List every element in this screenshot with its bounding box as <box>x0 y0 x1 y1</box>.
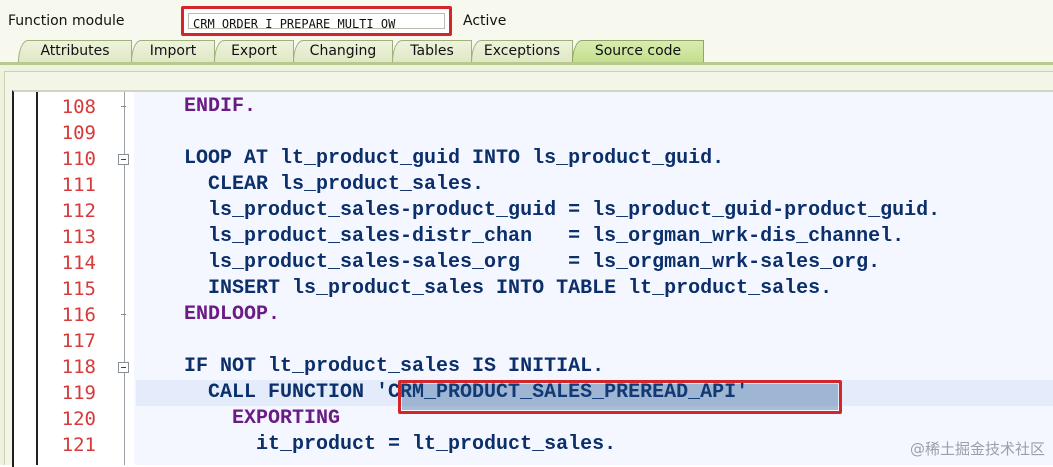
code-text[interactable]: ls_product_sales-sales_org = ls_orgman_w… <box>136 250 880 276</box>
code-line: 117 <box>0 328 1053 354</box>
function-module-name-field[interactable]: CRM_ORDER_I_PREPARE_MULTI_OW <box>188 13 445 29</box>
function-call-highlight-box <box>398 380 842 414</box>
code-line: 121 it_product = lt_product_sales. <box>0 432 1053 458</box>
watermark-text: @稀土掘金技术社区 <box>909 440 1045 458</box>
code-text[interactable]: ls_product_sales-product_guid = ls_produ… <box>136 198 940 224</box>
line-number: 109 <box>61 122 96 144</box>
code-text[interactable]: LOOP AT lt_product_guid INTO ls_product_… <box>136 146 724 172</box>
code-text[interactable]: ls_product_sales-distr_chan = ls_orgman_… <box>136 224 904 250</box>
tab-changing[interactable]: Changing <box>293 40 393 62</box>
line-number: 111 <box>61 174 96 196</box>
code-line: 116 ENDLOOP. <box>0 302 1053 328</box>
line-number: 112 <box>61 200 96 222</box>
code-line: 111 CLEAR ls_product_sales. <box>0 172 1053 198</box>
line-number: 119 <box>61 382 96 404</box>
code-line: 118 IF NOT lt_product_sales IS INITIAL. <box>0 354 1053 380</box>
function-module-header: Function module CRM_ORDER_I_PREPARE_MULT… <box>0 0 1053 40</box>
status-text: Active <box>463 13 507 29</box>
tab-attributes[interactable]: Attributes <box>18 40 132 62</box>
fold-tick-icon <box>121 314 126 315</box>
line-number: 114 <box>61 252 96 274</box>
line-number: 121 <box>61 434 96 456</box>
code-line: 108 ENDIF. <box>0 94 1053 120</box>
code-line: 113 ls_product_sales-distr_chan = ls_org… <box>0 224 1053 250</box>
fold-toggle-icon[interactable] <box>118 154 129 165</box>
code-text[interactable]: IF NOT lt_product_sales IS INITIAL. <box>136 354 604 380</box>
line-number: 118 <box>61 356 96 378</box>
tab-source-code[interactable]: Source code <box>572 40 704 62</box>
code-text[interactable]: INSERT ls_product_sales INTO TABLE lt_pr… <box>136 276 832 302</box>
code-content: ENDIF. <box>136 95 257 118</box>
function-module-label: Function module <box>8 13 125 29</box>
tab-import[interactable]: Import <box>131 40 215 62</box>
code-text[interactable]: ENDIF. <box>136 94 256 120</box>
code-line: 114 ls_product_sales-sales_org = ls_orgm… <box>0 250 1053 276</box>
code-text[interactable]: EXPORTING <box>136 406 340 432</box>
code-line: 110 LOOP AT lt_product_guid INTO ls_prod… <box>0 146 1053 172</box>
line-number: 116 <box>61 304 96 326</box>
fold-toggle-icon[interactable] <box>118 362 129 373</box>
code-text[interactable]: CLEAR ls_product_sales. <box>136 172 484 198</box>
fold-tick-icon <box>121 106 126 107</box>
line-number: 113 <box>61 226 96 248</box>
tab-exceptions[interactable]: Exceptions <box>471 40 573 62</box>
function-module-highlight: CRM_ORDER_I_PREPARE_MULTI_OW <box>181 6 452 36</box>
line-number: 108 <box>61 96 96 118</box>
code-text[interactable]: it_product = lt_product_sales. <box>136 432 616 458</box>
tab-tables[interactable]: Tables <box>392 40 472 62</box>
code-line: 109 <box>0 120 1053 146</box>
tab-export[interactable]: Export <box>214 40 294 62</box>
code-line: 112 ls_product_sales-product_guid = ls_p… <box>0 198 1053 224</box>
line-number: 117 <box>61 330 96 352</box>
line-number: 115 <box>61 278 96 300</box>
code-line: 115 INSERT ls_product_sales INTO TABLE l… <box>0 276 1053 302</box>
code-text[interactable]: ENDLOOP. <box>136 302 280 328</box>
line-number: 120 <box>61 408 96 430</box>
line-number: 110 <box>61 148 96 170</box>
